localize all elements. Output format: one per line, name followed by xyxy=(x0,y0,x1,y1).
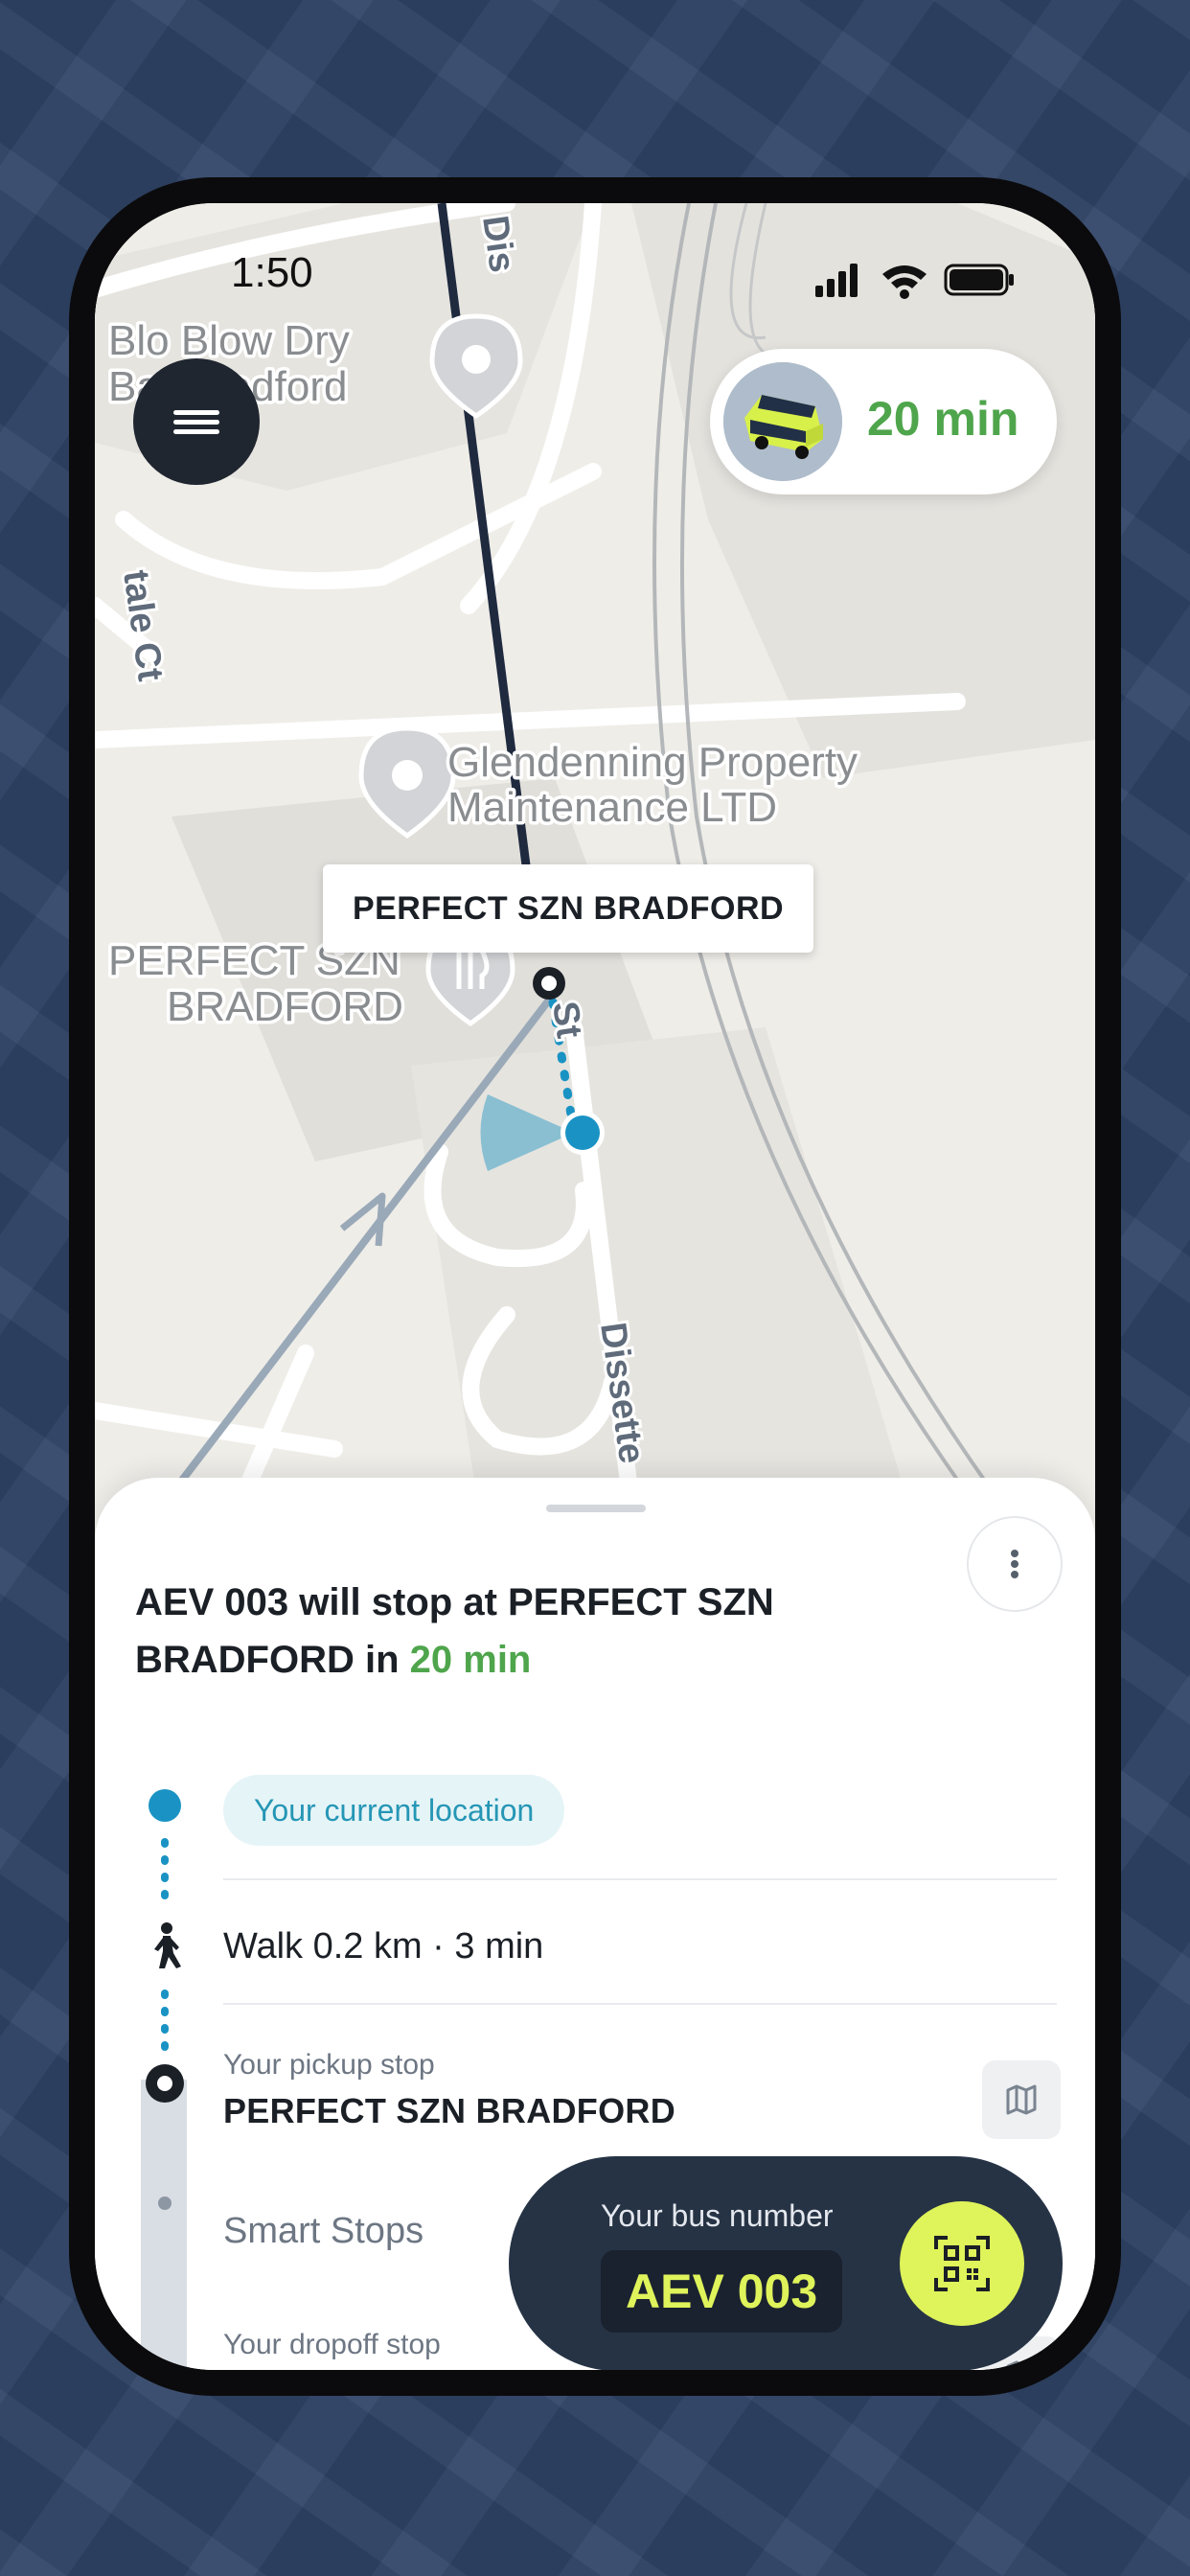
status-time: 1:50 xyxy=(231,249,313,296)
bus-number-badge: AEV 003 xyxy=(601,2250,843,2333)
battery-icon xyxy=(944,264,1014,296)
map-stop-callout[interactable]: PERFECT SZN BRADFORD xyxy=(323,864,813,953)
pickup-stop-name: PERFECT SZN BRADFORD xyxy=(223,2091,675,2130)
pickup-map-button[interactable] xyxy=(982,2060,1061,2139)
walking-icon xyxy=(154,1922,181,1968)
phone-frame: Blo Blow Dry Bar Bradford Glendenning Pr… xyxy=(69,177,1121,2396)
eta-pill-text: 20 min xyxy=(867,392,1019,446)
scan-qr-button[interactable] xyxy=(900,2201,1024,2326)
map-label-glendenning-2: Maintenance LTD xyxy=(447,784,777,831)
pickup-label: Your pickup stop xyxy=(223,2049,435,2081)
map-label-blo-blow: Blo Blow Dry xyxy=(108,317,350,364)
bus-number-card: Your bus number AEV 003 xyxy=(509,2156,1063,2370)
map-icon xyxy=(1006,2360,1037,2370)
current-location-chip[interactable]: Your current location xyxy=(223,1775,565,1846)
map-label-perfect-szn-2: BRADFORD xyxy=(167,983,403,1030)
map-icon xyxy=(1006,2084,1037,2115)
more-vertical-icon xyxy=(1011,1547,1018,1581)
trip-headline: AEV 003 will stop at PERFECT SZN BRADFOR… xyxy=(135,1574,863,1689)
more-options-button[interactable] xyxy=(967,1516,1063,1612)
qr-scan-icon xyxy=(934,2236,990,2291)
dropoff-label: Your dropoff stop xyxy=(223,2329,441,2360)
status-icons xyxy=(815,264,1014,299)
menu-button[interactable] xyxy=(133,358,260,485)
bus-number-caption: Your bus number xyxy=(601,2198,834,2233)
wifi-icon xyxy=(882,265,927,299)
hamburger-icon xyxy=(173,405,219,439)
trip-timeline xyxy=(141,1784,187,2370)
walk-info: Walk 0.2 km · 3 min xyxy=(223,1926,544,1966)
bus-icon xyxy=(723,362,842,481)
headline-eta: 20 min xyxy=(409,1639,532,1681)
map-label-glendenning: Glendenning Property xyxy=(447,739,858,786)
road-label-mid: St xyxy=(544,999,589,1041)
divider xyxy=(223,1878,1057,1880)
signal-icon xyxy=(815,264,858,297)
road-label-top: Dis xyxy=(474,213,522,274)
sheet-grabber[interactable] xyxy=(546,1505,646,1512)
phone-screen: Blo Blow Dry Bar Bradford Glendenning Pr… xyxy=(95,203,1095,2370)
divider xyxy=(223,2003,1057,2005)
eta-pill[interactable]: 20 min xyxy=(710,349,1057,494)
bus-avatar xyxy=(723,362,842,481)
smart-stops-label[interactable]: Smart Stops xyxy=(223,2211,423,2252)
